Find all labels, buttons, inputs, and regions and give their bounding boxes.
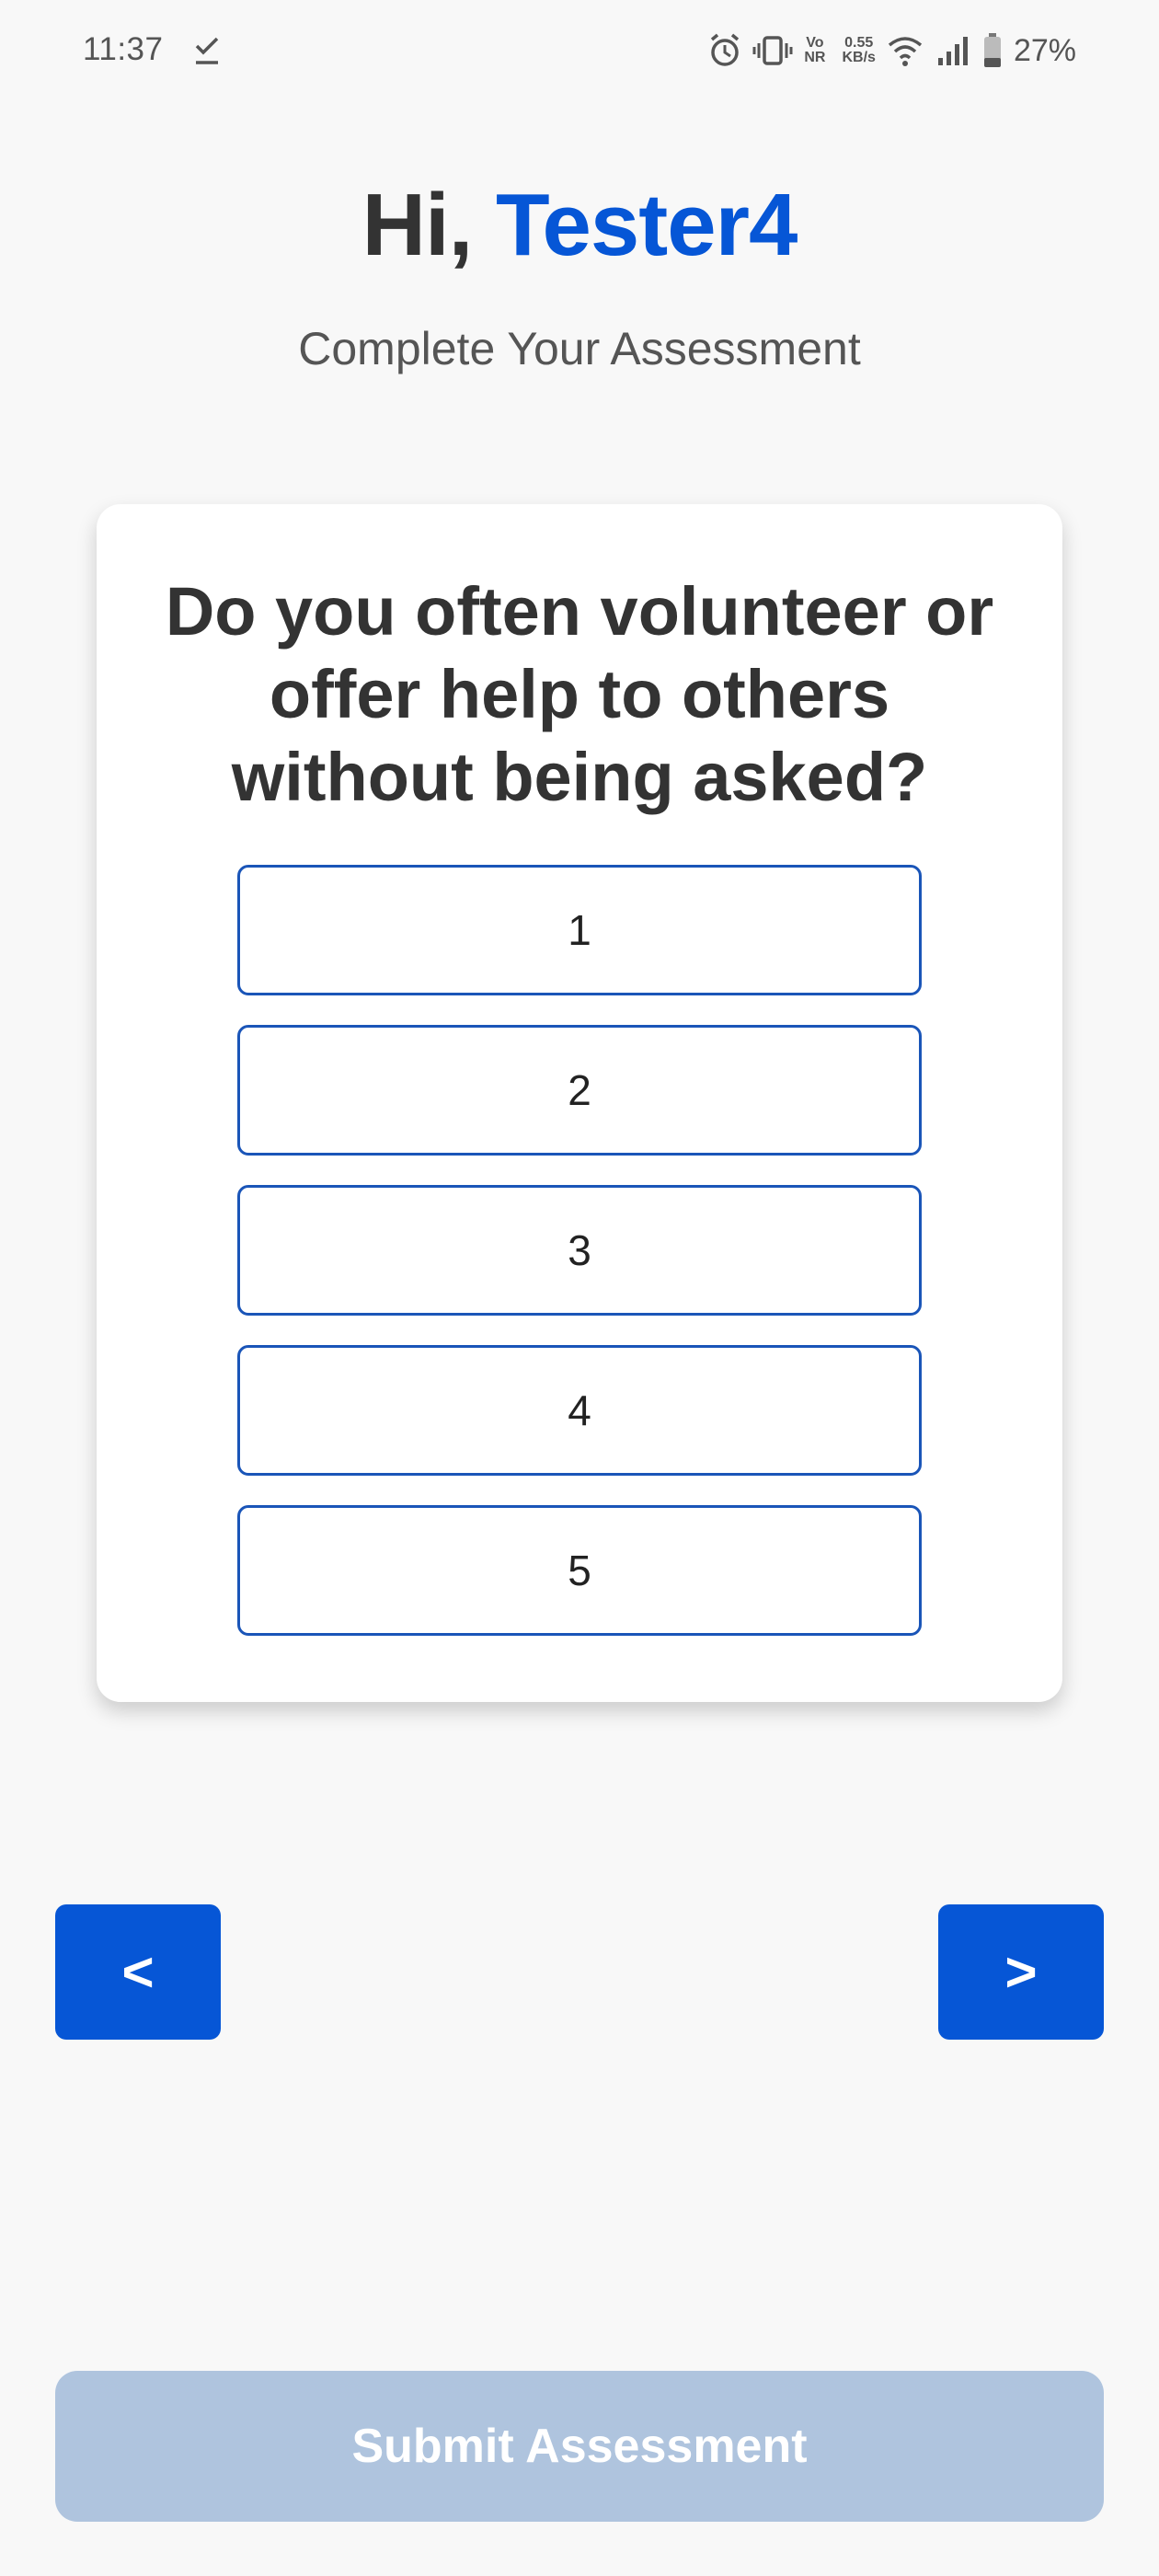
battery-percent: 27% xyxy=(1013,32,1076,68)
page-subtitle: Complete Your Assessment xyxy=(298,323,861,374)
user-name: Tester4 xyxy=(495,176,798,274)
status-icons: Vo NR 0.55 KB/s 27% xyxy=(708,28,1076,74)
previous-question-button[interactable]: < xyxy=(55,1904,221,2040)
greeting-title: Hi, Tester4 xyxy=(0,175,1159,276)
greeting-prefix: Hi, xyxy=(361,176,496,274)
download-done-icon xyxy=(195,37,219,64)
answer-option-2[interactable]: 2 xyxy=(237,1025,922,1156)
question-text: Do you often volunteer or offer help to … xyxy=(165,573,994,815)
wifi-icon xyxy=(888,37,923,66)
status-bar: 11:37 Vo NR 0.55 KB/s 27% xyxy=(0,0,1159,107)
status-time: 11:37 xyxy=(83,31,164,67)
battery-icon xyxy=(983,33,1001,67)
answer-option-1[interactable]: 1 xyxy=(237,865,922,995)
submit-assessment-button[interactable]: Submit Assessment xyxy=(55,2371,1104,2522)
answer-option-4[interactable]: 4 xyxy=(237,1345,922,1476)
volte-indicator: Vo NR xyxy=(804,35,826,65)
question-card: Do you often volunteer or offer help to … xyxy=(97,504,1062,1702)
answer-option-3[interactable]: 3 xyxy=(237,1185,922,1316)
signal-icon xyxy=(937,37,968,65)
answer-options: 1 2 3 4 5 xyxy=(237,865,922,1665)
vibrate-icon xyxy=(752,36,793,65)
next-question-button[interactable]: > xyxy=(938,1904,1104,2040)
assessment-screen: 11:37 Vo NR 0.55 KB/s 27% Hi, Tester4 Co… xyxy=(0,0,1159,2576)
answer-option-5[interactable]: 5 xyxy=(237,1505,922,1636)
alarm-icon xyxy=(711,33,740,66)
network-speed: 0.55 KB/s xyxy=(842,35,876,65)
